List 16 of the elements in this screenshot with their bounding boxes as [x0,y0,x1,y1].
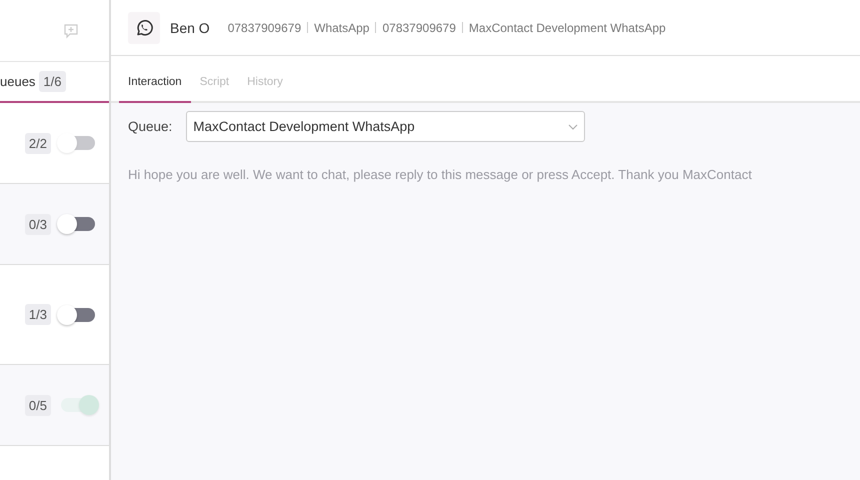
queue-count: 2/2 [24,132,51,154]
contact-detail: 07837909679 [382,20,456,34]
queue-count: 1/6 [39,71,66,92]
queue-count: 0/3 [24,214,51,234]
contact-detail: WhatsApp [314,20,370,34]
add-chat-icon[interactable] [63,22,79,38]
queue-count: 1/3 [24,304,51,325]
whatsapp-icon [128,12,160,44]
queue-label: Queue: [128,119,172,134]
contact-detail: 07837909679 [228,20,302,34]
queue-count: 0/5 [24,394,51,416]
contact-detail: MaxContact Development WhatsApp [468,20,666,34]
contact-name: Ben O [170,20,210,36]
queue-select[interactable]: MaxContact Development WhatsApp [186,111,586,142]
chevron-down-icon [568,124,578,130]
queues-tab-label: ueues [0,74,36,89]
